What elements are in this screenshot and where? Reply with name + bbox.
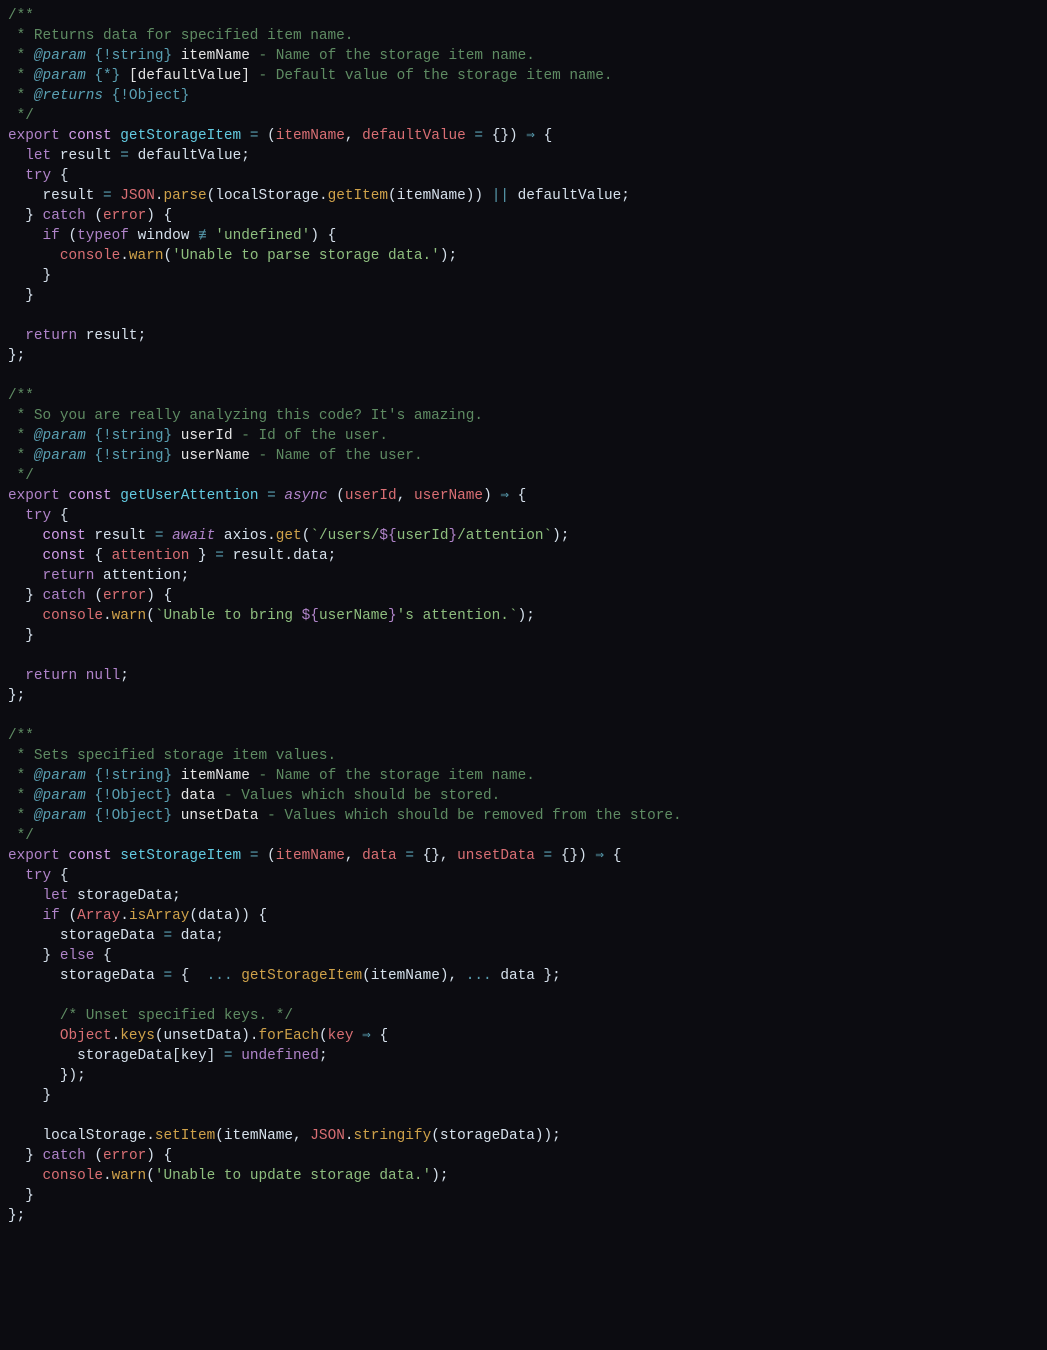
code-line: return null; [8, 668, 129, 684]
code-line: } catch (error) { [8, 1148, 172, 1164]
code-line: /** [8, 8, 34, 24]
code-line: let storageData; [8, 888, 181, 904]
code-line: * @param {!string} userId - Id of the us… [8, 428, 388, 444]
code-line: }; [8, 348, 25, 364]
code-line: * Returns data for specified item name. [8, 28, 353, 44]
code-line: try { [8, 168, 68, 184]
code-line: Object.keys(unsetData).forEach(key ⇒ { [8, 1028, 388, 1044]
code-line: }; [8, 688, 25, 704]
code-line: return attention; [8, 568, 189, 584]
code-line: }); [8, 1068, 86, 1084]
code-line: * @param {!Object} unsetData - Values wh… [8, 808, 682, 824]
code-line: storageData[key] = undefined; [8, 1048, 328, 1064]
code-line: export const getUserAttention = async (u… [8, 488, 526, 504]
code-line: * @param {!string} userName - Name of th… [8, 448, 423, 464]
code-line: if (Array.isArray(data)) { [8, 908, 267, 924]
code-line: try { [8, 508, 68, 524]
code-line: storageData = data; [8, 928, 224, 944]
code-line: try { [8, 868, 68, 884]
code-line: export const getStorageItem = (itemName,… [8, 128, 552, 144]
code-line: console.warn(`Unable to bring ${userName… [8, 608, 535, 624]
code-line: const { attention } = result.data; [8, 548, 336, 564]
code-line: console.warn('Unable to update storage d… [8, 1168, 448, 1184]
code-line: let result = defaultValue; [8, 148, 250, 164]
code-line: } [8, 1188, 34, 1204]
code-line: * @param {!Object} data - Values which s… [8, 788, 500, 804]
code-line: * @param {!string} itemName - Name of th… [8, 48, 535, 64]
code-line: /** [8, 388, 34, 404]
code-line: */ [8, 468, 34, 484]
code-line: console.warn('Unable to parse storage da… [8, 248, 457, 264]
code-line: /* Unset specified keys. */ [8, 1008, 293, 1024]
code-line: */ [8, 108, 34, 124]
code-line: return result; [8, 328, 146, 344]
code-line: * Sets specified storage item values. [8, 748, 336, 764]
code-line: } catch (error) { [8, 588, 172, 604]
code-line: * @returns {!Object} [8, 88, 189, 104]
code-line: * @param {*} [defaultValue] - Default va… [8, 68, 613, 84]
code-line: if (typeof window ≢ 'undefined') { [8, 228, 336, 244]
code-line: /** [8, 728, 34, 744]
code-line: } [8, 628, 34, 644]
code-line: } [8, 268, 51, 284]
code-line: } [8, 288, 34, 304]
code-line: } else { [8, 948, 112, 964]
code-line: export const setStorageItem = (itemName,… [8, 848, 621, 864]
code-line: */ [8, 828, 34, 844]
code-line: * So you are really analyzing this code?… [8, 408, 483, 424]
code-line: * @param {!string} itemName - Name of th… [8, 768, 535, 784]
code-editor: /** * Returns data for specified item na… [0, 0, 1047, 1232]
code-line: result = JSON.parse(localStorage.getItem… [8, 188, 630, 204]
code-line: const result = await axios.get(`/users/$… [8, 528, 569, 544]
code-line: }; [8, 1208, 25, 1224]
code-line: } catch (error) { [8, 208, 172, 224]
code-line: } [8, 1088, 51, 1104]
code-line: storageData = { ... getStorageItem(itemN… [8, 968, 561, 984]
code-line: localStorage.setItem(itemName, JSON.stri… [8, 1128, 561, 1144]
